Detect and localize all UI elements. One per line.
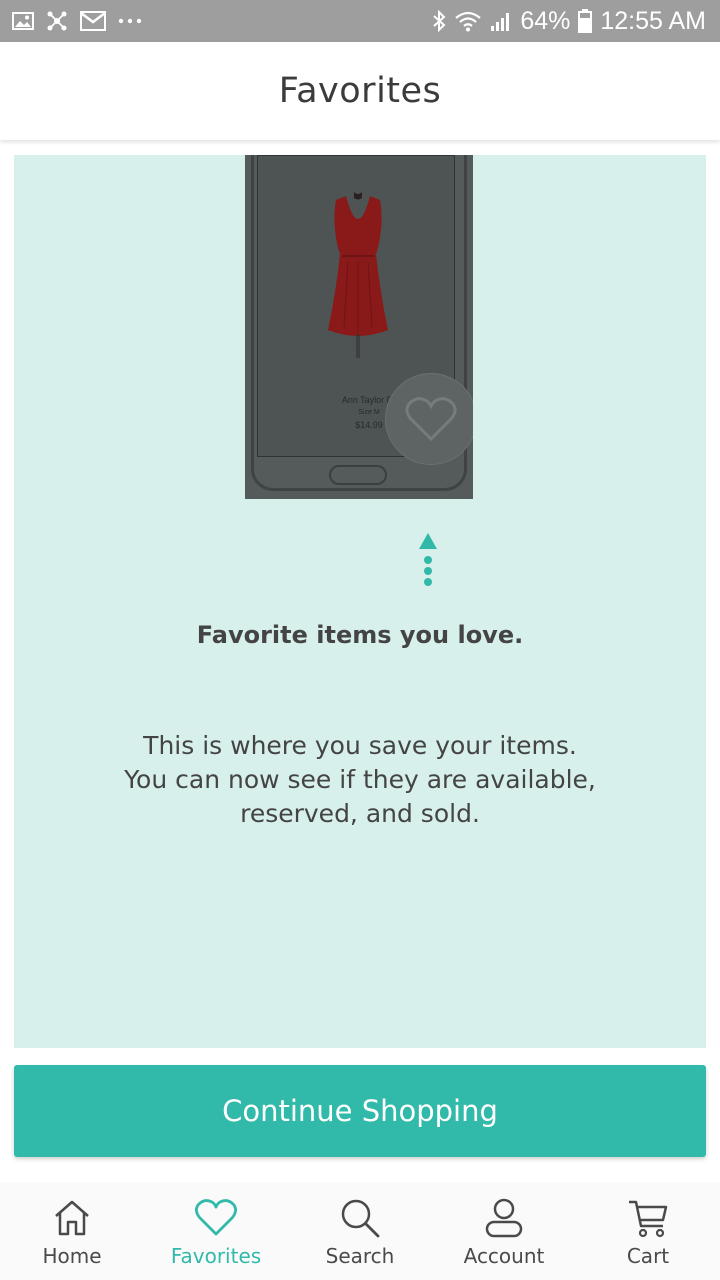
cart-icon xyxy=(626,1196,670,1240)
phone-illustration: Ann Taylor Dr Size M $14.99 xyxy=(245,155,473,499)
page-title: Favorites xyxy=(278,71,442,111)
nav-label-favorites: Favorites xyxy=(170,1244,262,1268)
nav-label-account: Account xyxy=(463,1244,545,1268)
bottom-nav: Home Favorites Search Account Cart xyxy=(0,1182,720,1280)
nav-item-cart[interactable]: Cart xyxy=(576,1182,720,1280)
nav-item-account[interactable]: Account xyxy=(432,1182,576,1280)
onboarding-title: Favorite items you love. xyxy=(196,621,524,649)
image-icon xyxy=(12,12,34,30)
status-left xyxy=(12,10,142,32)
nav-label-search: Search xyxy=(325,1244,395,1268)
onboarding-description: This is where you save your items. You c… xyxy=(124,731,596,828)
network-icon xyxy=(46,10,68,32)
signal-icon xyxy=(490,10,512,32)
more-dots-icon xyxy=(118,18,142,24)
nav-item-favorites[interactable]: Favorites xyxy=(144,1182,288,1280)
home-icon xyxy=(50,1196,94,1240)
nav-item-search[interactable]: Search xyxy=(288,1182,432,1280)
app-header: Favorites xyxy=(0,42,720,140)
indicator-dot xyxy=(424,556,432,564)
arrow-up-icon xyxy=(419,533,437,549)
gmail-icon xyxy=(80,11,106,31)
continue-shopping-button[interactable]: Continue Shopping xyxy=(14,1065,706,1157)
search-icon xyxy=(338,1196,382,1240)
battery-percent: 64% xyxy=(520,6,571,35)
nav-label-cart: Cart xyxy=(626,1244,670,1268)
indicator-dot xyxy=(424,578,432,586)
favorites-onboarding-panel: Ann Taylor Dr Size M $14.99 Favorite ite… xyxy=(14,155,706,1048)
arrow-up-indicator xyxy=(416,533,440,586)
bluetooth-icon xyxy=(432,10,446,32)
status-right: 64% 12:55 AM xyxy=(432,7,706,36)
status-time: 12:55 AM xyxy=(600,6,706,35)
status-bar: 64% 12:55 AM xyxy=(0,0,720,42)
phone-home-button xyxy=(329,465,387,485)
continue-shopping-label: Continue Shopping xyxy=(222,1094,498,1128)
nav-item-home[interactable]: Home xyxy=(0,1182,144,1280)
battery-icon xyxy=(578,9,593,33)
heart-icon xyxy=(194,1196,238,1240)
dress-image xyxy=(328,192,388,358)
favorite-circle xyxy=(385,373,473,465)
wifi-icon xyxy=(454,10,482,32)
indicator-dot xyxy=(424,567,432,575)
nav-label-home: Home xyxy=(42,1244,102,1268)
account-icon xyxy=(482,1196,526,1240)
heart-outline-icon xyxy=(405,397,457,442)
